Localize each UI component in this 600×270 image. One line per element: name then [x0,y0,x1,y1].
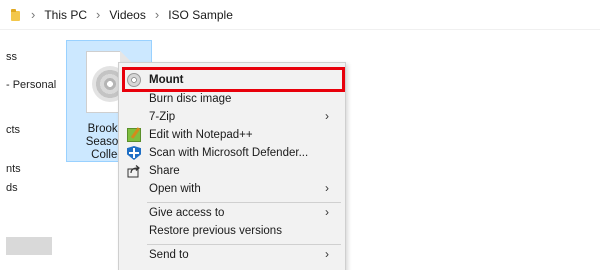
notepad-plus-plus-icon [127,128,141,142]
nav-selected-item[interactable] [6,237,52,255]
menu-item-share[interactable]: Share [119,162,345,180]
menu-item-label: Restore previous versions [149,225,282,237]
menu-item-label: Share [149,165,180,177]
address-bar[interactable]: › This PC › Videos › ISO Sample [0,0,600,30]
menu-item-7zip[interactable]: 7-Zip › [119,108,345,126]
highlight-box [122,67,345,92]
chevron-right-icon: › [325,181,329,195]
menu-item-label: 7-Zip [149,111,176,123]
menu-item-restore-previous-versions[interactable]: Restore previous versions [119,222,345,240]
chevron-right-icon: › [325,247,329,261]
menu-divider [147,244,341,245]
breadcrumb-iso-sample[interactable]: ISO Sample [168,8,233,22]
menu-item-open-with[interactable]: Open with › [119,180,345,198]
menu-item-burn-disc-image[interactable]: Burn disc image [119,90,345,108]
chevron-right-icon: › [325,109,329,123]
menu-item-edit-with-notepad[interactable]: Edit with Notepad++ [119,126,345,144]
nav-item[interactable]: cts [6,124,20,136]
menu-item-label: Scan with Microsoft Defender... [149,147,309,159]
nav-item[interactable]: ds [6,182,18,194]
nav-item[interactable]: nts [6,163,21,175]
chevron-right-icon: › [325,205,329,219]
menu-item-label: Edit with Notepad++ [149,129,253,141]
breadcrumb-videos[interactable]: Videos [109,8,145,22]
breadcrumb-separator-icon: › [96,7,101,22]
menu-divider [147,202,341,203]
defender-shield-icon [127,146,141,160]
menu-item-send-to[interactable]: Send to › [119,246,345,264]
folder-icon [10,8,22,22]
breadcrumb-separator-icon: › [154,7,160,22]
nav-item[interactable]: ss [6,51,17,63]
menu-item-label: Burn disc image [149,93,232,105]
breadcrumb-this-pc[interactable]: This PC [44,8,87,22]
menu-item-label: Send to [149,249,189,261]
breadcrumb-separator-icon: › [31,7,36,22]
menu-item-scan-defender[interactable]: Scan with Microsoft Defender... [119,144,345,162]
menu-item-label: Open with [149,183,201,195]
context-menu: Mount Burn disc image 7-Zip › Edit with … [118,62,346,270]
menu-item-label: Give access to [149,207,225,219]
menu-item-give-access-to[interactable]: Give access to › [119,204,345,222]
nav-item[interactable]: - Personal [6,79,56,91]
share-icon [127,164,141,178]
